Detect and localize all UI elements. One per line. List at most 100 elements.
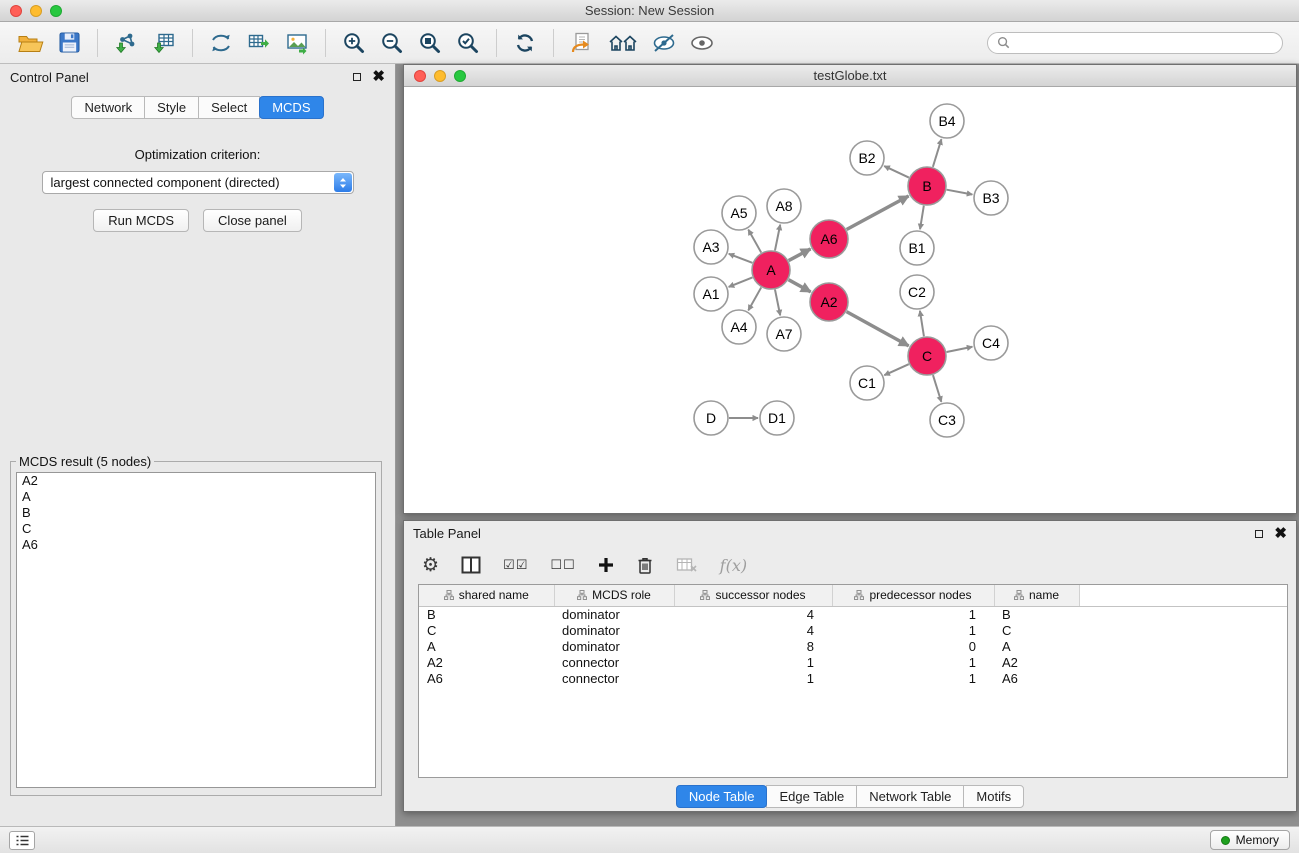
import-network-button[interactable] <box>107 27 145 59</box>
graph-edge-A2-C[interactable] <box>847 312 909 346</box>
mcds-result-item[interactable]: A6 <box>17 537 375 553</box>
export-table-button[interactable] <box>240 27 278 59</box>
add-row-icon[interactable] <box>598 557 614 573</box>
zoom-in-button[interactable] <box>335 27 373 59</box>
graph-node-C[interactable]: C <box>908 337 946 375</box>
graph-node-C4[interactable]: C4 <box>974 326 1008 360</box>
network-close-button[interactable] <box>414 70 426 82</box>
tab-edge-table[interactable]: Edge Table <box>766 785 857 808</box>
memory-button[interactable]: Memory <box>1210 830 1290 850</box>
graph-edge-C-C2[interactable] <box>920 311 924 336</box>
deselect-all-icon[interactable]: ☐☐ <box>550 558 575 573</box>
search-input[interactable] <box>1016 36 1273 50</box>
graph-node-A5[interactable]: A5 <box>722 196 756 230</box>
graph-edge-A-A1[interactable] <box>729 277 753 287</box>
float-panel-icon[interactable] <box>353 73 361 81</box>
network-zoom-button[interactable] <box>454 70 466 82</box>
select-all-icon[interactable]: ☑☑ <box>503 558 528 573</box>
graph-node-B3[interactable]: B3 <box>974 181 1008 215</box>
settings-gear-icon[interactable]: ⚙ <box>422 554 439 576</box>
tab-mcds[interactable]: MCDS <box>259 96 323 119</box>
graph-edge-A-A6[interactable] <box>789 249 811 261</box>
network-minimize-button[interactable] <box>434 70 446 82</box>
column-header-mcds-role[interactable]: MCDS role <box>554 585 674 606</box>
graph-node-C3[interactable]: C3 <box>930 403 964 437</box>
graph-node-B2[interactable]: B2 <box>850 141 884 175</box>
table-row[interactable]: A2connector11A2 <box>419 655 1287 671</box>
open-session-button[interactable] <box>12 27 50 59</box>
close-panel-button[interactable]: Close panel <box>203 209 302 232</box>
task-history-button[interactable] <box>9 831 35 850</box>
tab-network-table[interactable]: Network Table <box>856 785 964 808</box>
table-row[interactable]: Adominator80A <box>419 639 1287 655</box>
graph-node-A[interactable]: A <box>752 251 790 289</box>
table-row[interactable]: A6connector11A6 <box>419 671 1287 687</box>
graph-edge-C-C1[interactable] <box>884 364 908 375</box>
close-table-panel-icon[interactable]: ✖ <box>1274 529 1287 539</box>
graph-node-A2[interactable]: A2 <box>810 283 848 321</box>
graph-node-B4[interactable]: B4 <box>930 104 964 138</box>
optimization-select[interactable]: largest connected component (directed) <box>42 171 354 194</box>
mcds-result-list[interactable]: A2ABCA6 <box>16 472 376 788</box>
mcds-result-item[interactable]: A <box>17 489 375 505</box>
graph-edge-A-A2[interactable] <box>789 280 811 292</box>
graph-edge-B-B4[interactable] <box>933 139 942 167</box>
show-details-button[interactable] <box>683 27 721 59</box>
tab-network[interactable]: Network <box>71 96 145 119</box>
zoom-fit-button[interactable] <box>411 27 449 59</box>
zoom-out-button[interactable] <box>373 27 411 59</box>
export-network-button[interactable] <box>202 27 240 59</box>
graph-node-D[interactable]: D <box>694 401 728 435</box>
graph-node-B1[interactable]: B1 <box>900 231 934 265</box>
close-button[interactable] <box>10 5 22 17</box>
network-graph[interactable]: AA6A2BCA1A3A4A5A7A8B1B2B3B4C1C2C3C4DD1 <box>404 87 1296 513</box>
show-columns-icon[interactable] <box>461 556 481 574</box>
column-header-name[interactable]: name <box>994 585 1079 606</box>
delete-table-icon[interactable] <box>676 556 698 574</box>
home-pair-button[interactable] <box>601 27 645 59</box>
graph-node-A8[interactable]: A8 <box>767 189 801 223</box>
graph-node-B[interactable]: B <box>908 167 946 205</box>
column-header-successor-nodes[interactable]: successor nodes <box>674 585 832 606</box>
graph-edge-B-B1[interactable] <box>920 206 924 229</box>
graph-edge-B-B3[interactable] <box>947 190 973 195</box>
tab-style[interactable]: Style <box>144 96 199 119</box>
graph-edge-B-B2[interactable] <box>884 166 909 178</box>
float-table-panel-icon[interactable] <box>1255 530 1263 538</box>
graph-node-A7[interactable]: A7 <box>767 317 801 351</box>
refresh-button[interactable] <box>506 27 544 59</box>
tab-node-table[interactable]: Node Table <box>676 785 768 808</box>
run-mcds-button[interactable]: Run MCDS <box>93 209 189 232</box>
graph-node-C1[interactable]: C1 <box>850 366 884 400</box>
graph-edge-A-A3[interactable] <box>729 254 753 263</box>
export-image-button[interactable] <box>278 27 316 59</box>
delete-row-trash-icon[interactable] <box>636 556 654 575</box>
document-export-button[interactable] <box>563 27 601 59</box>
graph-edge-C-C3[interactable] <box>933 375 941 402</box>
tab-motifs[interactable]: Motifs <box>963 785 1024 808</box>
minimize-button[interactable] <box>30 5 42 17</box>
close-panel-icon[interactable]: ✖ <box>372 72 385 82</box>
graph-edge-A-A8[interactable] <box>775 225 780 251</box>
column-header-shared-name[interactable]: shared name <box>419 585 554 606</box>
graph-edge-A-A5[interactable] <box>748 230 761 253</box>
style-preview-button[interactable] <box>645 27 683 59</box>
graph-edge-A-A4[interactable] <box>748 287 761 310</box>
graph-edge-C-C4[interactable] <box>947 347 973 352</box>
graph-node-A6[interactable]: A6 <box>810 220 848 258</box>
graph-node-A3[interactable]: A3 <box>694 230 728 264</box>
graph-node-A1[interactable]: A1 <box>694 277 728 311</box>
graph-node-A4[interactable]: A4 <box>722 310 756 344</box>
graph-node-D1[interactable]: D1 <box>760 401 794 435</box>
column-header-predecessor-nodes[interactable]: predecessor nodes <box>832 585 994 606</box>
table-row[interactable]: Cdominator41C <box>419 623 1287 639</box>
zoom-button[interactable] <box>50 5 62 17</box>
mcds-result-item[interactable]: B <box>17 505 375 521</box>
table-row[interactable]: Bdominator41B <box>419 606 1287 623</box>
graph-edge-A-A7[interactable] <box>775 290 780 316</box>
network-canvas[interactable]: AA6A2BCA1A3A4A5A7A8B1B2B3B4C1C2C3C4DD1 <box>404 87 1296 513</box>
mcds-result-item[interactable]: C <box>17 521 375 537</box>
tab-select[interactable]: Select <box>198 96 260 119</box>
graph-edge-A6-B[interactable] <box>847 196 909 229</box>
function-builder-icon[interactable]: f(x) <box>720 556 747 575</box>
